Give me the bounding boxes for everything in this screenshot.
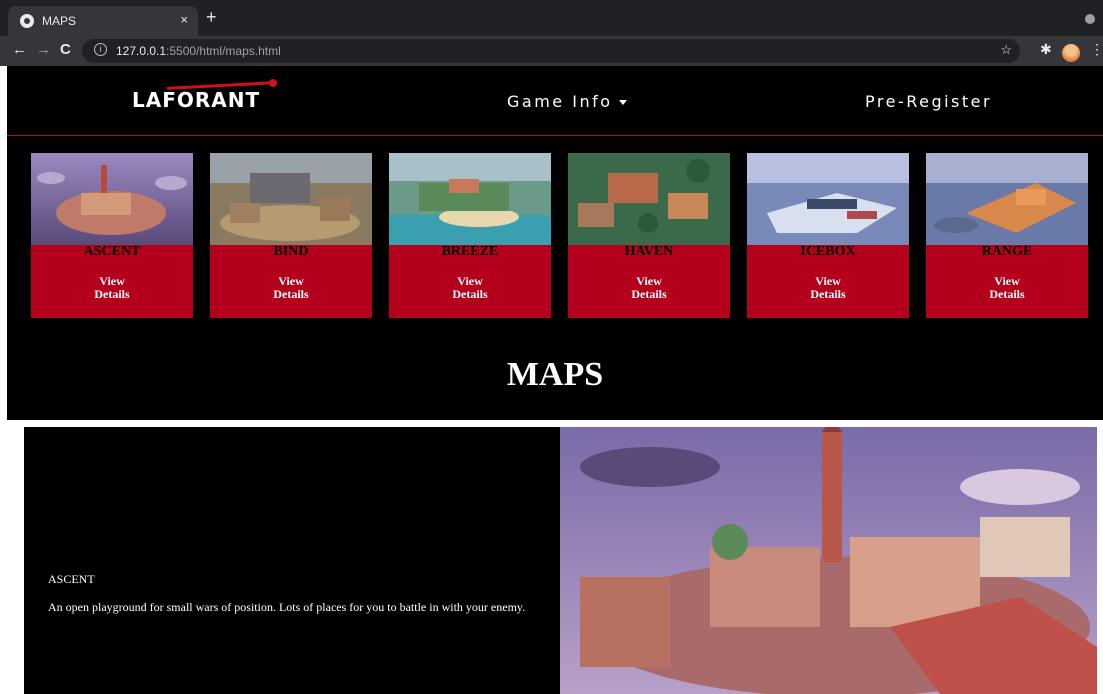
map-card-icebox[interactable]: ICEBOX View Details — [747, 153, 909, 318]
url-host: 127.0.0.1 — [116, 44, 167, 58]
view-details-link[interactable]: View Details — [210, 275, 372, 301]
browser-toolbar: ← → C i 127.0.0.1:5500/html/maps.html ☆ … — [0, 36, 1103, 66]
browser-tab[interactable]: MAPS × — [8, 6, 198, 36]
globe-icon — [20, 14, 34, 28]
star-icon[interactable]: ☆ — [1000, 42, 1012, 58]
map-name: BREEZE — [441, 244, 499, 259]
map-card-bind[interactable]: BIND View Details — [210, 153, 372, 318]
nav-game-info-label: Game Info — [507, 92, 613, 111]
map-name: RANGE — [981, 244, 1033, 259]
site-logo[interactable]: LAFORANT — [132, 88, 260, 112]
url-text[interactable]: 127.0.0.1:5500/html/maps.html — [116, 44, 281, 58]
avatar[interactable] — [1062, 44, 1080, 62]
browser-tab-bar: MAPS × + — [0, 0, 1103, 36]
view-details-label: View Details — [989, 274, 1025, 301]
breeze-thumbnail — [389, 153, 551, 245]
caret-down-icon — [618, 100, 627, 105]
view-details-link[interactable]: View Details — [389, 275, 551, 301]
map-name: ASCENT — [83, 244, 141, 259]
forward-icon[interactable]: → — [36, 41, 51, 58]
haven-thumbnail — [568, 153, 730, 245]
nav-pre-register[interactable]: Pre-Register — [865, 92, 992, 111]
range-thumbnail — [926, 153, 1088, 245]
tab-close-button[interactable]: × — [180, 12, 188, 27]
map-name: HAVEN — [624, 244, 674, 259]
selected-map-description: An open playground for small wars of pos… — [48, 600, 526, 614]
view-details-label: View Details — [631, 274, 667, 301]
view-details-link[interactable]: View Details — [926, 275, 1088, 301]
new-tab-button[interactable]: + — [206, 7, 217, 28]
extensions-icon[interactable]: ✱ — [1040, 41, 1052, 58]
page-title: MAPS — [506, 356, 604, 393]
map-name: ICEBOX — [800, 244, 856, 259]
icebox-thumbnail — [747, 153, 909, 245]
reload-icon[interactable]: C — [60, 41, 71, 58]
view-details-link[interactable]: View Details — [31, 275, 193, 301]
map-name: BIND — [273, 244, 309, 259]
map-card-haven[interactable]: HAVEN View Details — [568, 153, 730, 318]
map-card-range[interactable]: RANGE View Details — [926, 153, 1088, 318]
selected-map-name: ASCENT — [48, 572, 95, 586]
map-detail-panel: ASCENT An open playground for small wars… — [24, 427, 1097, 694]
view-details-link[interactable]: View Details — [747, 275, 909, 301]
map-card-breeze[interactable]: BREEZE View Details — [389, 153, 551, 318]
view-details-label: View Details — [810, 274, 846, 301]
view-details-label: View Details — [452, 274, 488, 301]
tab-search-icon[interactable] — [1085, 14, 1095, 24]
view-details-label: View Details — [94, 274, 130, 301]
site-navbar: LAFORANT Game Info Pre-Register — [7, 66, 1103, 136]
nav-game-info[interactable]: Game Info — [507, 92, 627, 111]
bind-thumbnail — [210, 153, 372, 245]
ascent-thumbnail — [31, 153, 193, 245]
view-details-link[interactable]: View Details — [568, 275, 730, 301]
map-cards: ASCENT View Details BIND View Details BR… — [7, 153, 1103, 318]
menu-icon[interactable]: ⋮ — [1090, 41, 1103, 58]
selected-map-image — [560, 427, 1097, 694]
map-card-ascent[interactable]: ASCENT View Details — [31, 153, 193, 318]
back-icon[interactable]: ← — [12, 41, 27, 58]
tab-title: MAPS — [42, 14, 77, 28]
url-path: :5500/html/maps.html — [166, 44, 281, 58]
logo-dot-graphic — [269, 79, 277, 87]
view-details-label: View Details — [273, 274, 309, 301]
page-header-section: LAFORANT Game Info Pre-Register ASCENT V… — [7, 66, 1103, 420]
address-bar[interactable]: i 127.0.0.1:5500/html/maps.html ☆ — [82, 39, 1020, 63]
info-icon[interactable]: i — [94, 43, 107, 56]
